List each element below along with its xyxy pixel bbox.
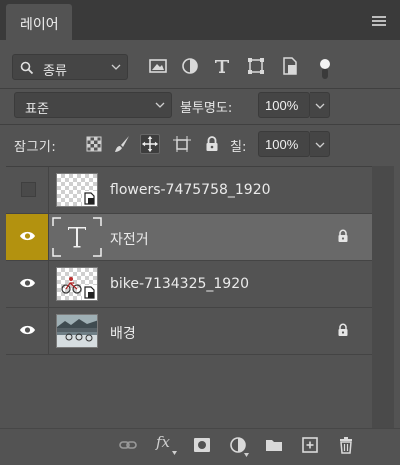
layer-name[interactable]: 자전거 (110, 229, 149, 249)
opacity-label: 불투명도: (180, 101, 233, 116)
layer-name[interactable]: bike-7134325_1920 (110, 276, 249, 292)
search-icon (20, 61, 34, 75)
layers-list: flowers-7475758_1920 자전거 bike-7134325_19… (6, 166, 372, 362)
smart-object-filter-icon[interactable] (280, 56, 300, 76)
lock-icon (338, 323, 348, 336)
eye-icon (20, 278, 35, 288)
add-mask-icon[interactable] (192, 435, 212, 455)
adjustment-dropdown-icon (244, 453, 249, 457)
fill-label: 칠: (230, 140, 247, 155)
layer-row[interactable]: flowers-7475758_1920 (6, 167, 372, 214)
lock-label: 잠그기: (14, 140, 57, 155)
layer-row[interactable]: 자전거 (6, 214, 372, 261)
lock-transparent-pixels-icon[interactable] (84, 134, 104, 154)
image-filter-icon[interactable] (148, 56, 168, 76)
chevron-down-icon (111, 64, 121, 70)
chevron-down-icon (315, 142, 325, 148)
visibility-toggle[interactable] (6, 308, 48, 354)
shape-filter-icon[interactable] (246, 56, 266, 76)
new-adjustment-icon[interactable] (228, 435, 248, 455)
panel-menu-icon[interactable] (372, 16, 386, 26)
visibility-toggle[interactable] (6, 167, 48, 213)
layer-thumbnail[interactable] (56, 314, 98, 348)
layer-name[interactable]: flowers-7475758_1920 (110, 182, 271, 198)
lock-icon (338, 229, 348, 242)
fill-field[interactable]: 100% (258, 131, 310, 157)
fill-dropdown[interactable] (310, 131, 330, 157)
filter-toggle-icon[interactable] (318, 58, 332, 80)
layers-panel: 레이어 종류 표준 불투명도: 100% 잠그기: 칠: 100% flower… (0, 0, 400, 465)
lock-image-pixels-icon[interactable] (112, 134, 132, 154)
visibility-off-box (21, 182, 36, 197)
lock-all-icon[interactable] (202, 134, 222, 154)
new-layer-icon[interactable] (300, 435, 320, 455)
layer-name[interactable]: 배경 (110, 323, 136, 343)
eye-icon (20, 231, 35, 241)
tab-layers[interactable]: 레이어 (6, 4, 72, 40)
type-filter-icon[interactable] (212, 56, 232, 76)
layer-row[interactable]: 배경 (6, 308, 372, 355)
smart-object-badge-icon (82, 191, 97, 206)
layer-thumbnail[interactable] (56, 173, 98, 207)
blend-mode-select[interactable]: 표준 (14, 92, 172, 118)
layer-row[interactable]: bike-7134325_1920 (6, 261, 372, 308)
fx-icon[interactable]: fx (156, 433, 170, 451)
chevron-down-icon (315, 103, 325, 109)
new-group-icon[interactable] (264, 435, 284, 455)
filter-kind-select[interactable]: 종류 (12, 54, 128, 80)
link-layers-icon[interactable] (118, 435, 138, 455)
divider (0, 124, 400, 125)
blend-mode-label: 표준 (25, 102, 49, 117)
lock-artboard-icon[interactable] (172, 134, 192, 154)
filter-row: 종류 (0, 48, 400, 88)
panel-footer: fx (0, 428, 400, 465)
fx-dropdown-icon (172, 451, 177, 455)
blend-row: 표준 불투명도: 100% (0, 88, 400, 124)
visibility-toggle[interactable] (6, 261, 48, 307)
opacity-value: 100% (265, 98, 299, 113)
fill-value: 100% (265, 137, 299, 152)
lock-row: 잠그기: 칠: 100% (0, 128, 400, 162)
filter-kind-label: 종류 (43, 64, 67, 79)
opacity-dropdown[interactable] (310, 92, 330, 118)
delete-layer-icon[interactable] (336, 435, 356, 455)
background-image-thumbnail (57, 315, 97, 347)
visibility-toggle[interactable] (6, 214, 48, 260)
adjustment-filter-icon[interactable] (180, 56, 200, 76)
smart-object-badge-icon (82, 285, 97, 300)
panel-tab-bar: 레이어 (0, 0, 400, 40)
chevron-down-icon (155, 102, 165, 108)
lock-position-icon[interactable] (140, 134, 160, 154)
layer-thumbnail[interactable] (56, 267, 98, 301)
eye-icon (20, 325, 35, 335)
type-layer-thumbnail[interactable] (52, 217, 102, 257)
layers-scrollbar[interactable] (372, 166, 394, 431)
opacity-field[interactable]: 100% (258, 92, 310, 118)
